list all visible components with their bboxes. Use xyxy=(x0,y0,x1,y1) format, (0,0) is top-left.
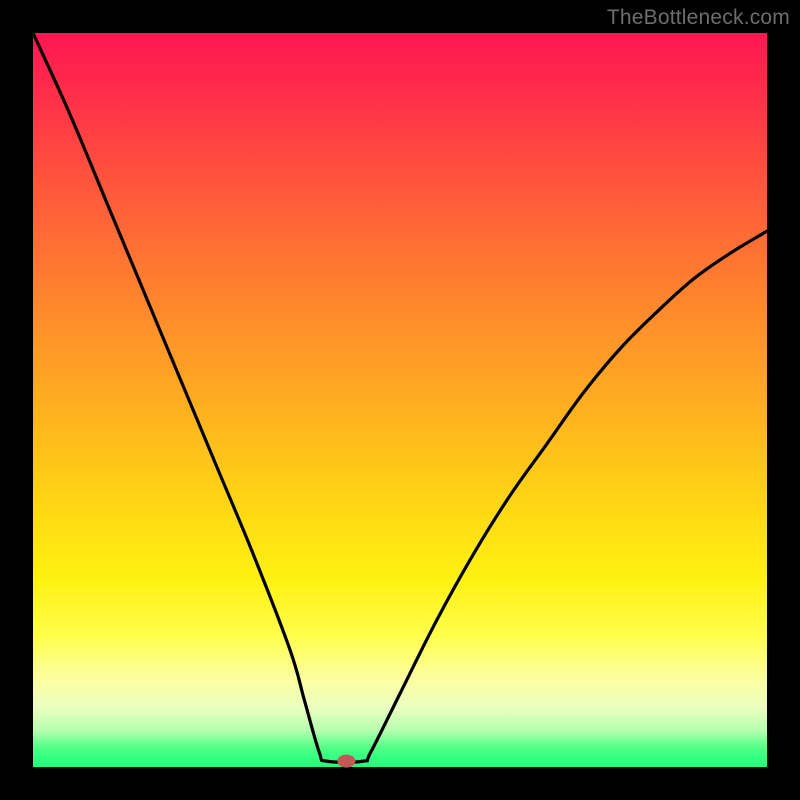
optimal-marker xyxy=(337,755,355,768)
chart-frame: TheBottleneck.com xyxy=(0,0,800,800)
bottleneck-curve xyxy=(33,33,767,762)
curve-overlay xyxy=(33,33,767,767)
watermark-text: TheBottleneck.com xyxy=(607,6,790,30)
